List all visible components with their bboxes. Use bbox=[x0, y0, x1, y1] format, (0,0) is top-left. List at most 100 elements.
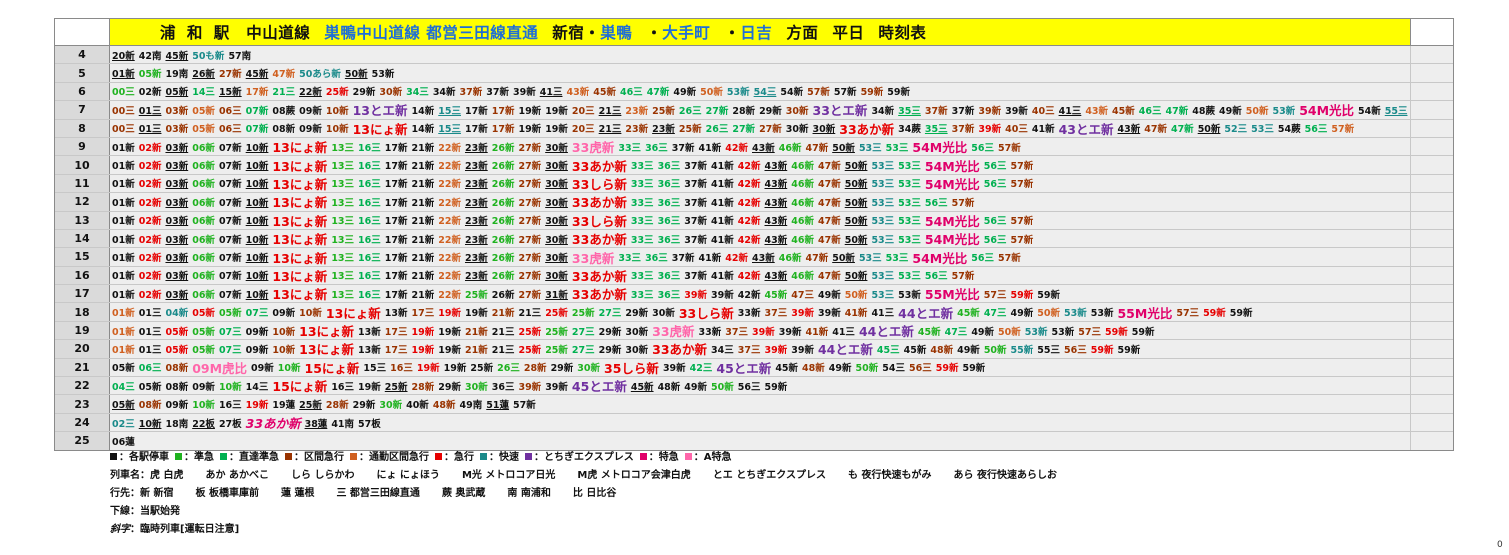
hour-row: 5 01新 05新 19南 26新 27新 45新 47新 50あら新 50新 53新 bbox=[55, 64, 1453, 83]
departure-time: 07新 bbox=[218, 197, 242, 209]
departure-time: 23新 bbox=[464, 252, 488, 264]
departure-time: 03新 bbox=[165, 234, 189, 246]
blank-cell bbox=[1410, 119, 1453, 137]
departure-time: 13にょ新 bbox=[272, 287, 328, 303]
departure-time: 47新 bbox=[1144, 124, 1167, 136]
departure-time: 37新 bbox=[684, 179, 708, 191]
departure-time: 48新 bbox=[802, 363, 825, 375]
departure-time: 01三 bbox=[138, 124, 162, 136]
departure-time: 02新 bbox=[138, 289, 162, 301]
departure-time: 30新 bbox=[625, 326, 649, 338]
departure-time: 09新 bbox=[272, 308, 296, 320]
departure-time: 33三 bbox=[630, 289, 654, 301]
legend-entry: M光 メトロコア日光 bbox=[461, 470, 556, 481]
departure-time: 02新 bbox=[138, 252, 162, 264]
departure-time: 07新 bbox=[218, 161, 242, 173]
departure-time: 13とエ新 bbox=[352, 103, 408, 119]
departure-time: 50新 bbox=[832, 142, 855, 154]
departure-time: 56三 bbox=[737, 381, 761, 393]
departure-time: 06新 bbox=[192, 142, 215, 154]
departure-time: 05新 bbox=[192, 105, 215, 117]
departure-time: 02新 bbox=[138, 87, 162, 99]
departure-time: 26新 bbox=[491, 142, 515, 154]
blank-cell bbox=[1410, 101, 1453, 119]
departure-time: 56三 bbox=[1304, 124, 1328, 136]
departure-time: 22新 bbox=[438, 289, 461, 301]
departures-cell: 00三 01三 03新 05新 06三 07新 08蕨 09新 10新 13とエ新 14新 15三 17… bbox=[110, 101, 1410, 119]
departure-time: 37新 bbox=[671, 252, 695, 264]
departure-time: 57新 bbox=[807, 87, 830, 99]
departure-time: 50新 bbox=[844, 161, 868, 173]
departure-time: 08新 bbox=[165, 363, 189, 375]
departure-time: 33三 bbox=[630, 161, 654, 173]
departure-time: 10新 bbox=[272, 326, 296, 338]
departure-time: 33新 bbox=[737, 308, 761, 320]
departure-time: 13にょ新 bbox=[272, 176, 328, 192]
legend-train-kinds: ：各駅停車 ：準急 ：直達準急 ：区間急行 ：通勤区間急行 ：急行 ：快速 ：とちぎエクスプレ… bbox=[110, 449, 1079, 467]
blank-cell bbox=[1410, 156, 1453, 174]
departure-time: 27新 bbox=[705, 105, 729, 117]
departure-time: 49新 bbox=[1010, 308, 1034, 320]
departure-time: 50新 bbox=[844, 289, 868, 301]
departure-time: 13にょ新 bbox=[272, 232, 328, 248]
departure-time: 21新 bbox=[411, 197, 435, 209]
departure-time: 17新 bbox=[384, 161, 408, 173]
departure-time: 42新 bbox=[725, 252, 748, 264]
hour-label: 16 bbox=[55, 266, 110, 285]
departure-time: 56三 bbox=[1064, 344, 1087, 356]
departure-time: 01新 bbox=[112, 161, 135, 173]
departure-time: 33三 bbox=[630, 179, 654, 191]
departure-time: 27三 bbox=[571, 344, 595, 356]
departure-time: 01新 bbox=[112, 326, 135, 338]
legend-entry: 比 日比谷 bbox=[572, 488, 617, 499]
departure-time: 21新 bbox=[411, 234, 435, 246]
departure-time: 13新 bbox=[358, 344, 381, 356]
departure-time: 10新 bbox=[245, 271, 269, 283]
departure-time: 07三 bbox=[245, 308, 269, 320]
departure-time: 21三 bbox=[272, 87, 296, 99]
station-name: 浦 和 駅 bbox=[160, 24, 233, 42]
departure-time: 06三 bbox=[218, 105, 242, 117]
departure-time: 19新 bbox=[438, 326, 461, 338]
departure-time: 34三 bbox=[406, 87, 429, 99]
departure-time: 57新 bbox=[1010, 234, 1034, 246]
departure-time: 53三 bbox=[871, 271, 895, 283]
departure-time: 42新 bbox=[737, 234, 761, 246]
legend-heading: 列車名： bbox=[110, 470, 150, 481]
departure-time: 25新 bbox=[299, 400, 322, 412]
color-swatch-icon bbox=[480, 453, 487, 460]
hour-label: 10 bbox=[55, 156, 110, 174]
departure-time: 01新 bbox=[112, 142, 135, 154]
departure-time: 57南 bbox=[228, 50, 252, 62]
departure-time: 10新 bbox=[245, 252, 269, 264]
departure-time: 09M虎比 bbox=[192, 360, 248, 376]
blank-cell bbox=[1410, 211, 1453, 229]
color-swatch-icon bbox=[285, 453, 292, 460]
hour-label: 12 bbox=[55, 193, 110, 211]
departures-cell: 00三 02新 05新 14三 15新 17新 21三 22新 25新 29新 30新 34三 34新 3… bbox=[110, 82, 1410, 101]
departure-time: 53三 bbox=[898, 216, 921, 228]
departure-time: 01新 bbox=[112, 216, 135, 228]
departure-time: 50新 bbox=[844, 216, 868, 228]
departure-time: 41三 bbox=[871, 308, 895, 320]
departure-time: 21三 bbox=[491, 326, 515, 338]
hour-label: 8 bbox=[55, 119, 110, 137]
departure-time: 30新 bbox=[545, 234, 568, 246]
legend-kind-label: ：区間急行 bbox=[294, 452, 344, 463]
legend-kind-label: ：通勤区間急行 bbox=[359, 452, 429, 463]
departure-time: 48蕨 bbox=[1192, 105, 1215, 117]
departure-time: 37新 bbox=[924, 105, 948, 117]
hour-label: 7 bbox=[55, 101, 110, 119]
departure-time: 17新 bbox=[464, 105, 488, 117]
hour-row: 6 00三 02新 05新 14三 15新 17新 21三 22新 25新 29新 30新 34三 34新… bbox=[55, 82, 1453, 102]
departure-time: 16三 bbox=[390, 363, 413, 375]
departure-time: 07新 bbox=[218, 234, 242, 246]
departure-time: 50新 bbox=[700, 87, 723, 99]
departure-time: 22板 bbox=[192, 418, 215, 430]
departure-time: 49新 bbox=[684, 381, 708, 393]
departure-time: 57新 bbox=[1331, 124, 1355, 136]
header-corner-cell bbox=[55, 19, 110, 45]
legend-entry: 虎 白虎 bbox=[150, 470, 184, 481]
departure-time: 45新 bbox=[593, 87, 616, 99]
departure-time: 25新 bbox=[545, 344, 568, 356]
